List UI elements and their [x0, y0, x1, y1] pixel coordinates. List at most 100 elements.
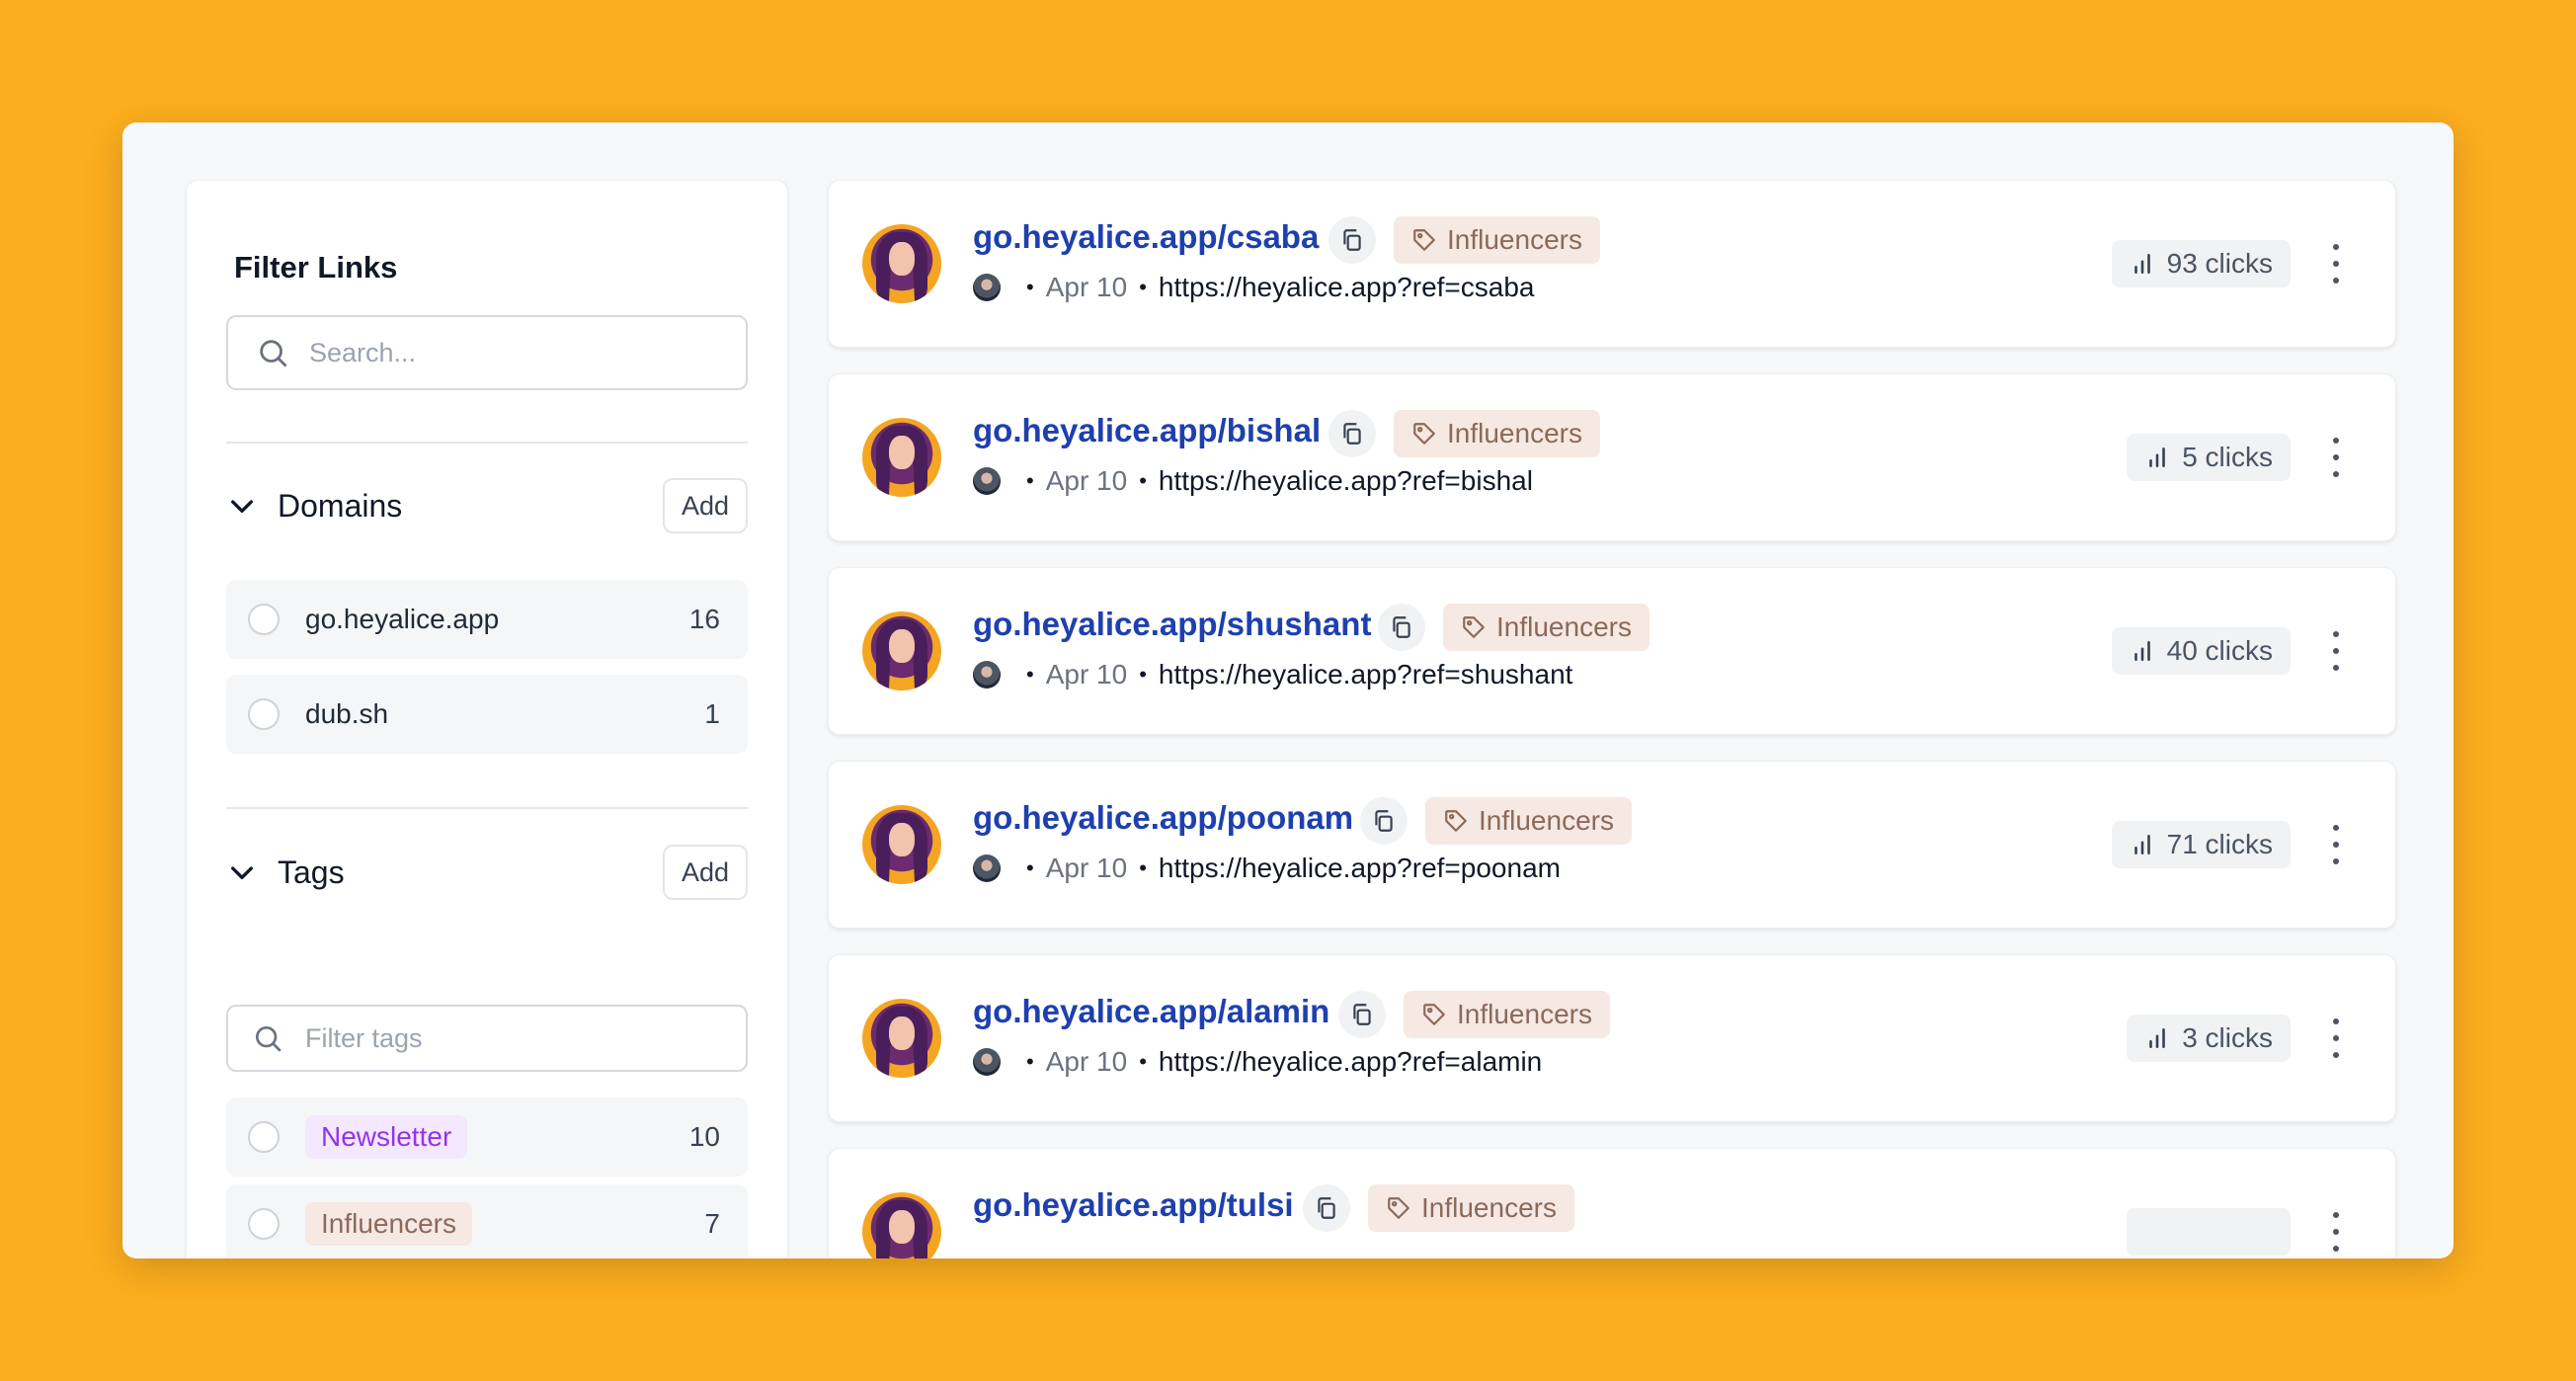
tag-label: Influencers [1447, 418, 1582, 448]
link-meta: • Apr 10 • https://heyalice.app?ref=poon… [973, 853, 1561, 884]
tag-item[interactable]: Influencers 7 [226, 1184, 748, 1259]
destination-url[interactable]: https://heyalice.app?ref=alamin [1159, 1046, 1542, 1078]
more-options-icon[interactable] [2326, 825, 2346, 864]
domains-header[interactable]: Domains Add [226, 478, 748, 533]
more-options-icon[interactable] [2326, 631, 2346, 671]
destination-url[interactable]: https://heyalice.app?ref=shushant [1159, 659, 1573, 690]
add-tag-button[interactable]: Add [663, 845, 748, 900]
tag-radio[interactable] [248, 1208, 280, 1240]
domain-count: 16 [688, 604, 720, 634]
creator-avatar [973, 467, 1001, 495]
link-card[interactable]: go.heyalice.app/tulsi Influencers [828, 1148, 2396, 1259]
clicks-count: 71 clicks [2166, 829, 2273, 859]
copy-button[interactable] [1338, 991, 1386, 1038]
filter-title: Filter Links [234, 250, 398, 284]
tags-header[interactable]: Tags Add [226, 845, 748, 900]
short-link[interactable]: go.heyalice.app/poonam [973, 799, 1353, 837]
bar-chart-icon [2149, 447, 2166, 467]
search-placeholder: Search... [309, 337, 417, 367]
copy-button[interactable] [1360, 797, 1408, 845]
link-meta: • Apr 10 • https://heyalice.app?ref=csab… [973, 272, 1535, 303]
short-link[interactable]: go.heyalice.app/bishal [973, 412, 1321, 449]
clicks-badge[interactable]: 3 clicks [2127, 1015, 2291, 1062]
tag-badge[interactable]: Influencers [1394, 410, 1600, 457]
tag-name: Newsletter [305, 1115, 468, 1159]
more-options-icon[interactable] [2326, 438, 2346, 477]
tag-icon [1388, 1197, 1409, 1219]
tag-label: Influencers [1421, 1192, 1557, 1223]
avatar [862, 999, 941, 1078]
copy-icon [1343, 229, 1361, 251]
tag-icon [1445, 810, 1467, 832]
tag-item[interactable]: Newsletter 10 [226, 1097, 748, 1177]
bar-chart-icon [2133, 835, 2150, 854]
app-window: Filter Links Search... Domains Add go.he… [122, 122, 2454, 1259]
link-card[interactable]: go.heyalice.app/poonam Influencers • Apr… [828, 761, 2396, 929]
tag-count: 10 [688, 1121, 720, 1152]
domain-item[interactable]: dub.sh 1 [226, 675, 748, 754]
tag-name: Influencers [305, 1202, 472, 1246]
creator-avatar [973, 274, 1001, 301]
destination-url[interactable]: https://heyalice.app?ref=poonam [1159, 853, 1561, 884]
destination-url[interactable]: https://heyalice.app?ref=bishal [1159, 465, 1533, 497]
clicks-badge[interactable]: 93 clicks [2111, 240, 2291, 287]
link-card[interactable]: go.heyalice.app/csaba Influencers • Apr … [828, 180, 2396, 348]
link-card[interactable]: go.heyalice.app/bishal Influencers • Apr… [828, 373, 2396, 541]
link-date: Apr 10 [1045, 853, 1128, 883]
copy-icon [1375, 810, 1393, 832]
short-link[interactable]: go.heyalice.app/alamin [973, 993, 1329, 1030]
filter-sidebar: Filter Links Search... Domains Add go.he… [186, 180, 788, 1259]
avatar [862, 224, 941, 303]
copy-button[interactable] [1328, 216, 1376, 264]
chevron-down-icon[interactable] [226, 490, 258, 522]
more-options-icon[interactable] [2326, 244, 2346, 284]
destination-url[interactable]: https://heyalice.app?ref=csaba [1159, 272, 1535, 303]
clicks-count: 93 clicks [2166, 248, 2273, 279]
link-date: Apr 10 [1045, 659, 1128, 690]
tag-filter-input[interactable]: Filter tags [226, 1005, 748, 1072]
tag-badge[interactable]: Influencers [1368, 1184, 1574, 1232]
search-icon [260, 340, 287, 367]
copy-icon [1353, 1004, 1371, 1025]
tag-label: Influencers [1447, 224, 1582, 255]
domain-count: 1 [704, 698, 720, 729]
tag-icon [1423, 1004, 1445, 1025]
short-link[interactable]: go.heyalice.app/shushant [973, 606, 1371, 643]
add-domain-button[interactable]: Add [663, 478, 748, 533]
tag-badge[interactable]: Influencers [1425, 797, 1632, 845]
link-meta: • Apr 10 • https://heyalice.app?ref=alam… [973, 1046, 1542, 1078]
tags-label: Tags [278, 853, 345, 890]
bar-chart-icon [2133, 254, 2150, 274]
copy-icon [1393, 616, 1410, 638]
tag-badge[interactable]: Influencers [1394, 216, 1600, 264]
creator-avatar [973, 1048, 1001, 1076]
copy-icon [1318, 1197, 1335, 1219]
clicks-badge[interactable]: 40 clicks [2111, 627, 2291, 675]
chevron-down-icon[interactable] [226, 856, 258, 888]
bar-chart-icon [2133, 641, 2150, 661]
clicks-badge[interactable] [2127, 1208, 2291, 1256]
link-meta: • Apr 10 • https://heyalice.app?ref=shus… [973, 659, 1572, 690]
avatar [862, 418, 941, 497]
search-input[interactable]: Search... [226, 315, 748, 390]
domain-item[interactable]: go.heyalice.app 16 [226, 580, 748, 659]
clicks-badge[interactable]: 5 clicks [2127, 434, 2291, 481]
more-options-icon[interactable] [2326, 1212, 2346, 1252]
clicks-badge[interactable]: 71 clicks [2111, 821, 2291, 868]
link-card[interactable]: go.heyalice.app/alamin Influencers • Apr… [828, 954, 2396, 1122]
tag-badge[interactable]: Influencers [1404, 991, 1610, 1038]
link-meta: • Apr 10 • https://heyalice.app?ref=bish… [973, 465, 1533, 497]
tag-radio[interactable] [248, 1121, 280, 1153]
domain-radio[interactable] [248, 604, 280, 635]
copy-button[interactable] [1303, 1184, 1350, 1232]
domain-radio[interactable] [248, 698, 280, 730]
copy-button[interactable] [1328, 410, 1376, 457]
copy-button[interactable] [1378, 604, 1425, 651]
tag-badge[interactable]: Influencers [1443, 604, 1650, 651]
more-options-icon[interactable] [2326, 1018, 2346, 1058]
link-card[interactable]: go.heyalice.app/shushant Influencers • A… [828, 567, 2396, 735]
short-link[interactable]: go.heyalice.app/tulsi [973, 1186, 1294, 1224]
short-link[interactable]: go.heyalice.app/csaba [973, 218, 1319, 256]
domain-name: dub.sh [305, 698, 389, 729]
link-date: Apr 10 [1045, 272, 1128, 302]
